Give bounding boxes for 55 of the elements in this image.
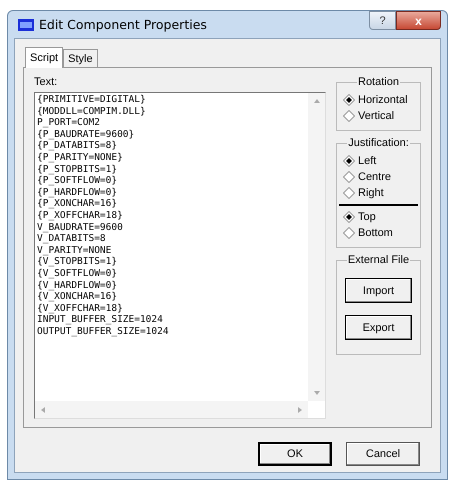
script-line: V_PARITY=NONE	[37, 244, 112, 256]
script-line: V_DATABITS=8	[37, 233, 106, 245]
scroll-down-icon[interactable]	[314, 391, 320, 395]
group-title: External File	[346, 254, 410, 266]
radio-option[interactable]: Left	[343, 153, 414, 169]
script-line: {V_XOFFCHAR=18}	[37, 302, 123, 314]
tab[interactable]: Style	[63, 49, 98, 67]
script-line: P_PORT=COM2	[37, 117, 100, 129]
horizontal-scrollbar[interactable]	[35, 401, 308, 418]
radio-icon[interactable]	[343, 227, 355, 239]
script-line: {P_STOPBITS=1}	[37, 164, 118, 176]
script-line: {P_SOFTFLOW=0}	[37, 175, 118, 187]
script-line: {V_XONCHAR=16}	[37, 291, 118, 303]
radio-icon[interactable]	[343, 171, 355, 183]
radio-option[interactable]: Top	[343, 209, 414, 225]
scroll-right-icon[interactable]	[298, 406, 302, 412]
text-label: Text:	[34, 76, 58, 88]
script-editor[interactable]	[34, 92, 326, 419]
script-line: {P_BAUDRATE=9600}	[37, 128, 134, 140]
export-button[interactable]: Export	[345, 315, 412, 340]
radio-icon[interactable]	[343, 110, 355, 122]
script-line: {MODDLL=COMPIM.DLL}	[37, 106, 146, 118]
group-title: Justification:	[347, 137, 410, 149]
help-button[interactable]: ?	[369, 11, 396, 30]
radio-option[interactable]: Right	[343, 185, 414, 201]
script-line: INPUT_BUFFER_SIZE=1024	[37, 314, 163, 326]
script-line: {V_STOPBITS=1}	[37, 256, 118, 268]
window-title: Edit Component Properties	[39, 17, 207, 32]
script-line: {P_PARITY=NONE}	[37, 152, 123, 164]
cancel-button[interactable]: Cancel	[346, 442, 420, 466]
import-button[interactable]: Import	[345, 278, 412, 303]
radio-icon[interactable]	[343, 211, 355, 223]
radio-option[interactable]: Centre	[343, 169, 414, 185]
script-line: {P_DATABITS=8}	[37, 140, 118, 152]
script-line: {P_XOFFCHAR=18}	[37, 210, 123, 222]
vertical-scrollbar[interactable]	[308, 93, 325, 401]
radio-option[interactable]: Vertical	[343, 108, 414, 124]
script-line: OUTPUT_BUFFER_SIZE=1024	[37, 326, 169, 338]
script-line: {P_HARDFLOW=0}	[37, 186, 118, 198]
script-line: V_BAUDRATE=9600	[37, 222, 123, 234]
scroll-left-icon[interactable]	[41, 406, 45, 412]
scroll-up-icon[interactable]	[314, 99, 320, 103]
ok-button[interactable]: OK	[258, 442, 332, 466]
script-line: {V_HARDFLOW=0}	[37, 280, 118, 292]
radio-icon[interactable]	[343, 187, 355, 199]
group-title: Rotation	[357, 76, 400, 88]
tab[interactable]: Script	[25, 47, 64, 68]
script-line: {V_SOFTFLOW=0}	[37, 268, 118, 280]
radio-option[interactable]: Bottom	[343, 225, 414, 241]
app-logo-icon	[18, 18, 34, 30]
radio-option[interactable]: Horizontal	[343, 92, 414, 108]
script-line: {P_XONCHAR=16}	[37, 198, 118, 210]
radio-icon[interactable]	[343, 155, 355, 167]
script-line: {PRIMITIVE=DIGITAL}	[37, 94, 146, 106]
radio-icon[interactable]	[343, 94, 355, 106]
